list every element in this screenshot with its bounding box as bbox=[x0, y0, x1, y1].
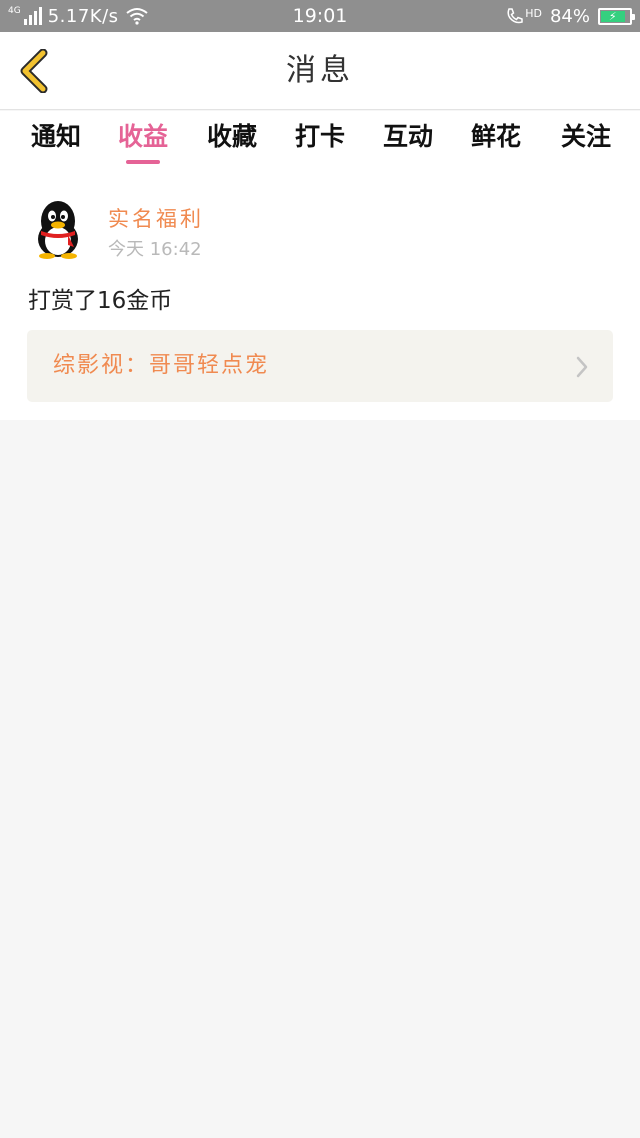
network-type: 4G bbox=[8, 6, 21, 16]
call-hd-icon: HD bbox=[506, 7, 542, 25]
tab-notifications[interactable]: 通知 bbox=[16, 111, 96, 171]
qq-penguin-icon[interactable] bbox=[30, 199, 86, 259]
sender-name[interactable]: 实名福利 bbox=[108, 203, 204, 233]
status-bar: 4G 5.17K/s 19:01 HD 84% ⚡ bbox=[0, 0, 640, 32]
status-right: HD 84% ⚡ bbox=[506, 0, 635, 32]
wifi-icon bbox=[125, 8, 148, 25]
chevron-right-icon bbox=[576, 356, 588, 378]
active-tab-indicator bbox=[126, 160, 160, 164]
tab-favorites[interactable]: 收藏 bbox=[192, 111, 272, 171]
tab-checkin[interactable]: 打卡 bbox=[280, 111, 360, 171]
work-link[interactable]: 综影视：哥哥轻点宠 bbox=[27, 330, 613, 402]
network-speed: 5.17K/s bbox=[47, 5, 119, 27]
app-header: 消息 bbox=[0, 32, 640, 110]
hd-label: HD bbox=[525, 7, 542, 20]
battery-fill: ⚡ bbox=[601, 10, 625, 23]
battery-charging-icon: ⚡ bbox=[598, 7, 635, 25]
message-text: 打赏了16金币 bbox=[28, 288, 173, 314]
tab-bar: 通知 收益 收藏 打卡 互动 鲜花 关注 bbox=[0, 111, 640, 171]
page-title: 消息 bbox=[286, 53, 354, 88]
battery-percent: 84% bbox=[549, 5, 590, 27]
tab-flowers[interactable]: 鲜花 bbox=[456, 111, 536, 171]
tab-following[interactable]: 关注 bbox=[546, 111, 626, 171]
work-link-title: 综影视：哥哥轻点宠 bbox=[53, 353, 270, 378]
message-card: 实名福利 今天 16:42 打赏了16金币 综影视：哥哥轻点宠 bbox=[0, 171, 640, 420]
status-left: 4G 5.17K/s bbox=[8, 0, 149, 32]
signal-icon: 4G bbox=[8, 7, 42, 25]
tab-interactions[interactable]: 互动 bbox=[368, 111, 448, 171]
message-time: 今天 16:42 bbox=[108, 239, 202, 260]
